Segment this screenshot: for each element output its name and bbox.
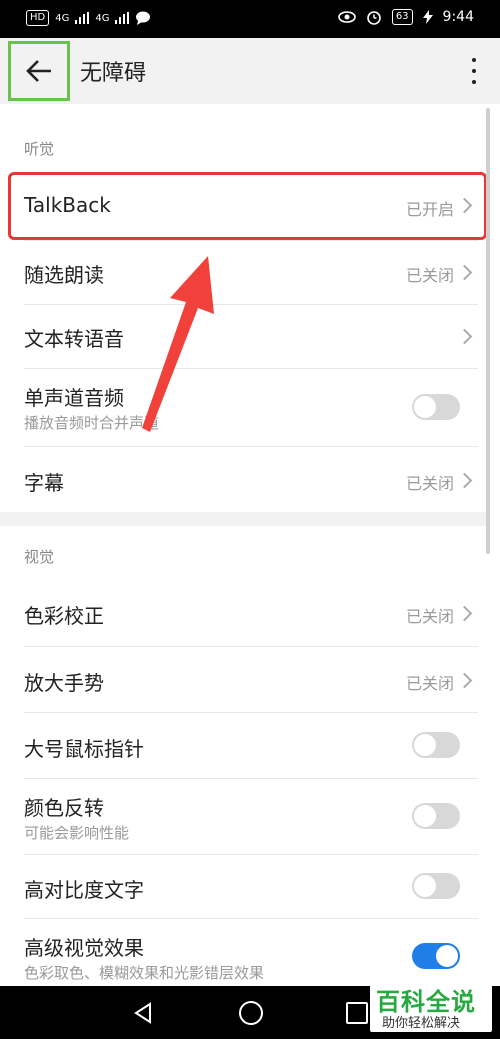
watermark-logo: 百科全说 助你轻松解决 xyxy=(370,980,492,1032)
row-title: 大号鼠标指针 xyxy=(24,737,144,761)
high-contrast-text-toggle[interactable] xyxy=(412,873,460,899)
status-left: HD 4G 4G xyxy=(26,10,151,26)
row-status: 已关闭 xyxy=(405,266,454,285)
list-item-text-to-speech[interactable]: 文本转语音 xyxy=(0,304,490,368)
more-vert-icon xyxy=(472,58,476,62)
list-item-captions[interactable]: 字幕 已关闭 xyxy=(0,446,490,512)
row-title: 高级视觉效果 xyxy=(24,936,144,960)
chevron-right-icon xyxy=(456,472,473,489)
signal-4g-2: 4G xyxy=(95,12,110,24)
hd-badge: HD xyxy=(26,10,50,26)
status-bar: HD 4G 4G 63 9:44 xyxy=(0,0,500,38)
row-title: 随选朗读 xyxy=(24,263,104,287)
list-item-select-to-speak[interactable]: 随选朗读 已关闭 xyxy=(0,240,490,304)
list-item-high-contrast-text[interactable]: 高对比度文字 xyxy=(0,854,490,918)
list-item-color-inversion[interactable]: 颜色反转 可能会影响性能 xyxy=(0,778,490,854)
row-title: 放大手势 xyxy=(24,671,104,695)
back-button[interactable] xyxy=(8,41,70,101)
eye-icon xyxy=(338,11,356,23)
list-item-large-pointer[interactable]: 大号鼠标指针 xyxy=(0,712,490,778)
color-inversion-toggle[interactable] xyxy=(412,803,460,829)
page-title: 无障碍 xyxy=(80,61,147,86)
nav-recent-icon[interactable] xyxy=(346,1002,368,1024)
section-label-vision: 视觉 xyxy=(24,548,55,566)
talkback-highlight-box xyxy=(8,172,487,240)
row-title: 字幕 xyxy=(24,471,64,495)
watermark-sub: 助你轻松解决 xyxy=(382,1016,461,1031)
nav-home-icon[interactable] xyxy=(239,1001,263,1025)
signal-icon xyxy=(75,12,90,24)
large-pointer-toggle[interactable] xyxy=(412,732,460,758)
chevron-right-icon xyxy=(456,605,473,622)
row-subtitle: 可能会影响性能 xyxy=(24,824,130,842)
row-title: 色彩校正 xyxy=(24,604,104,628)
row-title: 颜色反转 xyxy=(24,796,104,820)
section-label-hearing: 听觉 xyxy=(24,140,55,158)
advanced-visual-effects-toggle[interactable] xyxy=(412,943,460,969)
nav-back-icon[interactable] xyxy=(132,1002,154,1024)
row-title: 高对比度文字 xyxy=(24,878,144,902)
row-title: 文本转语音 xyxy=(24,327,124,351)
scrollbar[interactable] xyxy=(486,108,490,554)
back-arrow-icon xyxy=(26,60,51,82)
mono-audio-toggle[interactable] xyxy=(412,394,460,420)
annotation-arrow-icon xyxy=(142,256,214,432)
signal-4g-1: 4G xyxy=(55,12,70,24)
row-status: 已关闭 xyxy=(405,674,454,693)
signal-icon xyxy=(115,12,130,24)
row-status: 已关闭 xyxy=(405,474,454,493)
alarm-icon xyxy=(367,11,381,25)
chevron-right-icon xyxy=(456,672,473,689)
app-bar xyxy=(0,38,500,104)
chevron-right-icon xyxy=(456,264,473,281)
list-item-mono-audio[interactable]: 单声道音频 播放音频时合并声道 xyxy=(0,368,490,446)
list-item-magnification-gestures[interactable]: 放大手势 已关闭 xyxy=(0,646,490,712)
chat-icon xyxy=(136,11,151,25)
status-right: 63 9:44 xyxy=(338,9,474,25)
charging-icon xyxy=(422,10,433,24)
battery-indicator: 63 xyxy=(391,9,413,25)
row-title: 单声道音频 xyxy=(24,386,124,410)
row-subtitle: 色彩取色、模糊效果和光影错层效果 xyxy=(24,964,265,982)
list-item-color-correction[interactable]: 色彩校正 已关闭 xyxy=(0,580,490,646)
list-item-advanced-visual-effects[interactable]: 高级视觉效果 色彩取色、模糊效果和光影错层效果 xyxy=(0,918,490,986)
clock: 9:44 xyxy=(442,9,474,25)
chevron-right-icon xyxy=(456,328,473,345)
row-status: 已关闭 xyxy=(405,607,454,626)
more-options-button[interactable] xyxy=(470,58,478,84)
section-separator xyxy=(0,512,490,526)
